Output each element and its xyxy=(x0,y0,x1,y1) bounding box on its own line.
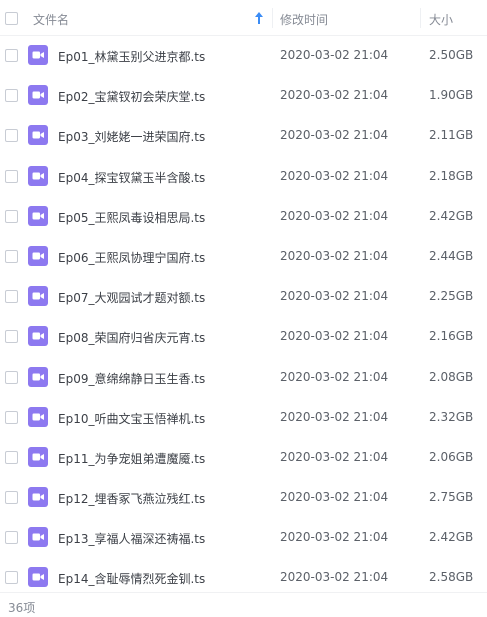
file-size: 2.25GB xyxy=(429,289,474,304)
file-name[interactable]: Ep11_为争宠姐弟遭魔魇.ts xyxy=(58,450,205,467)
file-name[interactable]: Ep12_埋香冢飞燕泣残红.ts xyxy=(58,490,205,507)
file-row[interactable]: Ep06_王熙凤协理宁国府.ts 2020-03-02 21:04 2.44GB xyxy=(0,237,487,277)
row-checkbox[interactable] xyxy=(5,209,18,223)
file-row[interactable]: Ep05_王熙凤毒设相思局.ts 2020-03-02 21:04 2.42GB xyxy=(0,197,487,237)
file-modified-time: 2020-03-02 21:04 xyxy=(280,449,389,464)
file-size: 2.58GB xyxy=(429,570,474,585)
file-modified-time: 2020-03-02 21:04 xyxy=(280,530,389,545)
file-modified-time: 2020-03-02 21:04 xyxy=(280,88,389,103)
file-row[interactable]: Ep09_意绵绵静日玉生香.ts 2020-03-02 21:04 2.08GB xyxy=(0,358,487,398)
file-name[interactable]: Ep13_享福人福深还祷福.ts xyxy=(58,530,205,547)
row-checkbox[interactable] xyxy=(5,491,18,505)
video-file-icon xyxy=(28,286,48,307)
row-checkbox[interactable] xyxy=(5,571,18,585)
row-checkbox[interactable] xyxy=(5,370,18,384)
file-size: 2.11GB xyxy=(429,128,474,143)
file-size: 1.90GB xyxy=(429,88,474,103)
file-modified-time: 2020-03-02 21:04 xyxy=(280,570,389,585)
item-count: 36项 xyxy=(8,601,36,615)
file-size: 2.32GB xyxy=(429,409,474,424)
file-row[interactable]: Ep11_为争宠姐弟遭魔魇.ts 2020-03-02 21:04 2.06GB xyxy=(0,438,487,478)
list-header: 文件名 修改时间 大小 xyxy=(0,0,487,36)
row-checkbox[interactable] xyxy=(5,450,18,464)
status-bar: 36项 xyxy=(0,592,487,617)
video-file-icon xyxy=(28,366,48,387)
file-modified-time: 2020-03-02 21:04 xyxy=(280,490,389,505)
file-name[interactable]: Ep14_含耻辱情烈死金钏.ts xyxy=(58,570,205,587)
row-checkbox[interactable] xyxy=(5,531,18,545)
file-name[interactable]: Ep10_听曲文宝玉悟禅机.ts xyxy=(58,410,205,427)
video-file-icon xyxy=(28,85,48,106)
row-checkbox[interactable] xyxy=(5,249,18,263)
arrow-up-icon[interactable] xyxy=(254,11,264,25)
column-header-size[interactable]: 大小 xyxy=(429,11,453,28)
file-list-panel: 文件名 修改时间 大小 Ep01_林黛玉别父进京都.ts 2020-03-02 2… xyxy=(0,0,487,617)
file-name[interactable]: Ep04_探宝钗黛玉半含酸.ts xyxy=(58,169,205,186)
file-modified-time: 2020-03-02 21:04 xyxy=(280,248,389,263)
file-name[interactable]: Ep08_荣国府归省庆元宵.ts xyxy=(58,329,205,346)
file-modified-time: 2020-03-02 21:04 xyxy=(280,369,389,384)
file-row[interactable]: Ep04_探宝钗黛玉半含酸.ts 2020-03-02 21:04 2.18GB xyxy=(0,157,487,197)
file-name[interactable]: Ep09_意绵绵静日玉生香.ts xyxy=(58,370,205,387)
video-file-icon xyxy=(28,487,48,508)
file-size: 2.16GB xyxy=(429,329,474,344)
file-name[interactable]: Ep06_王熙凤协理宁国府.ts xyxy=(58,249,205,266)
video-file-icon xyxy=(28,326,48,347)
file-name[interactable]: Ep01_林黛玉别父进京都.ts xyxy=(58,48,205,65)
select-all-checkbox[interactable] xyxy=(5,12,18,25)
video-file-icon xyxy=(28,205,48,226)
row-checkbox[interactable] xyxy=(5,49,18,62)
file-name[interactable]: Ep07_大观园试才题对额.ts xyxy=(58,289,205,306)
file-row[interactable]: Ep03_刘姥姥一进荣国府.ts 2020-03-02 21:04 2.11GB xyxy=(0,116,487,156)
file-row[interactable]: Ep13_享福人福深还祷福.ts 2020-03-02 21:04 2.42GB xyxy=(0,518,487,558)
file-modified-time: 2020-03-02 21:04 xyxy=(280,128,389,143)
file-rows: Ep01_林黛玉别父进京都.ts 2020-03-02 21:04 2.50GB Ep… xyxy=(0,36,487,599)
file-size: 2.08GB xyxy=(429,369,474,384)
file-size: 2.75GB xyxy=(429,490,474,505)
row-checkbox[interactable] xyxy=(5,169,18,183)
file-modified-time: 2020-03-02 21:04 xyxy=(280,48,389,62)
video-file-icon xyxy=(28,45,48,65)
row-checkbox[interactable] xyxy=(5,290,18,304)
file-name[interactable]: Ep05_王熙凤毒设相思局.ts xyxy=(58,209,205,226)
file-row[interactable]: Ep12_埋香冢飞燕泣残红.ts 2020-03-02 21:04 2.75GB xyxy=(0,478,487,518)
file-size: 2.42GB xyxy=(429,208,474,223)
row-checkbox[interactable] xyxy=(5,410,18,424)
file-size: 2.06GB xyxy=(429,449,474,464)
row-checkbox[interactable] xyxy=(5,330,18,344)
column-header-modified-time[interactable]: 修改时间 xyxy=(280,11,328,28)
file-name[interactable]: Ep03_刘姥姥一进荣国府.ts xyxy=(58,128,205,145)
video-file-icon xyxy=(28,165,48,186)
file-row[interactable]: Ep10_听曲文宝玉悟禅机.ts 2020-03-02 21:04 2.32GB xyxy=(0,398,487,438)
video-file-icon xyxy=(28,567,48,588)
file-modified-time: 2020-03-02 21:04 xyxy=(280,168,389,183)
row-checkbox[interactable] xyxy=(5,129,18,143)
column-divider[interactable] xyxy=(272,8,273,28)
file-size: 2.42GB xyxy=(429,530,474,545)
file-size: 2.50GB xyxy=(429,48,474,62)
video-file-icon xyxy=(28,527,48,548)
video-file-icon xyxy=(28,406,48,427)
file-row[interactable]: Ep08_荣国府归省庆元宵.ts 2020-03-02 21:04 2.16GB xyxy=(0,317,487,357)
file-size: 2.44GB xyxy=(429,248,474,263)
file-row[interactable]: Ep01_林黛玉别父进京都.ts 2020-03-02 21:04 2.50GB xyxy=(0,36,487,76)
file-modified-time: 2020-03-02 21:04 xyxy=(280,208,389,223)
file-modified-time: 2020-03-02 21:04 xyxy=(280,289,389,304)
video-file-icon xyxy=(28,245,48,266)
column-divider[interactable] xyxy=(420,8,421,28)
file-modified-time: 2020-03-02 21:04 xyxy=(280,329,389,344)
file-row[interactable]: Ep02_宝黛钗初会荣庆堂.ts 2020-03-02 21:04 1.90GB xyxy=(0,76,487,116)
file-name[interactable]: Ep02_宝黛钗初会荣庆堂.ts xyxy=(58,88,205,105)
row-checkbox[interactable] xyxy=(5,89,18,103)
video-file-icon xyxy=(28,446,48,467)
file-modified-time: 2020-03-02 21:04 xyxy=(280,409,389,424)
column-header-name[interactable]: 文件名 xyxy=(33,11,69,28)
video-file-icon xyxy=(28,125,48,146)
file-row[interactable]: Ep07_大观园试才题对额.ts 2020-03-02 21:04 2.25GB xyxy=(0,277,487,317)
file-size: 2.18GB xyxy=(429,168,474,183)
